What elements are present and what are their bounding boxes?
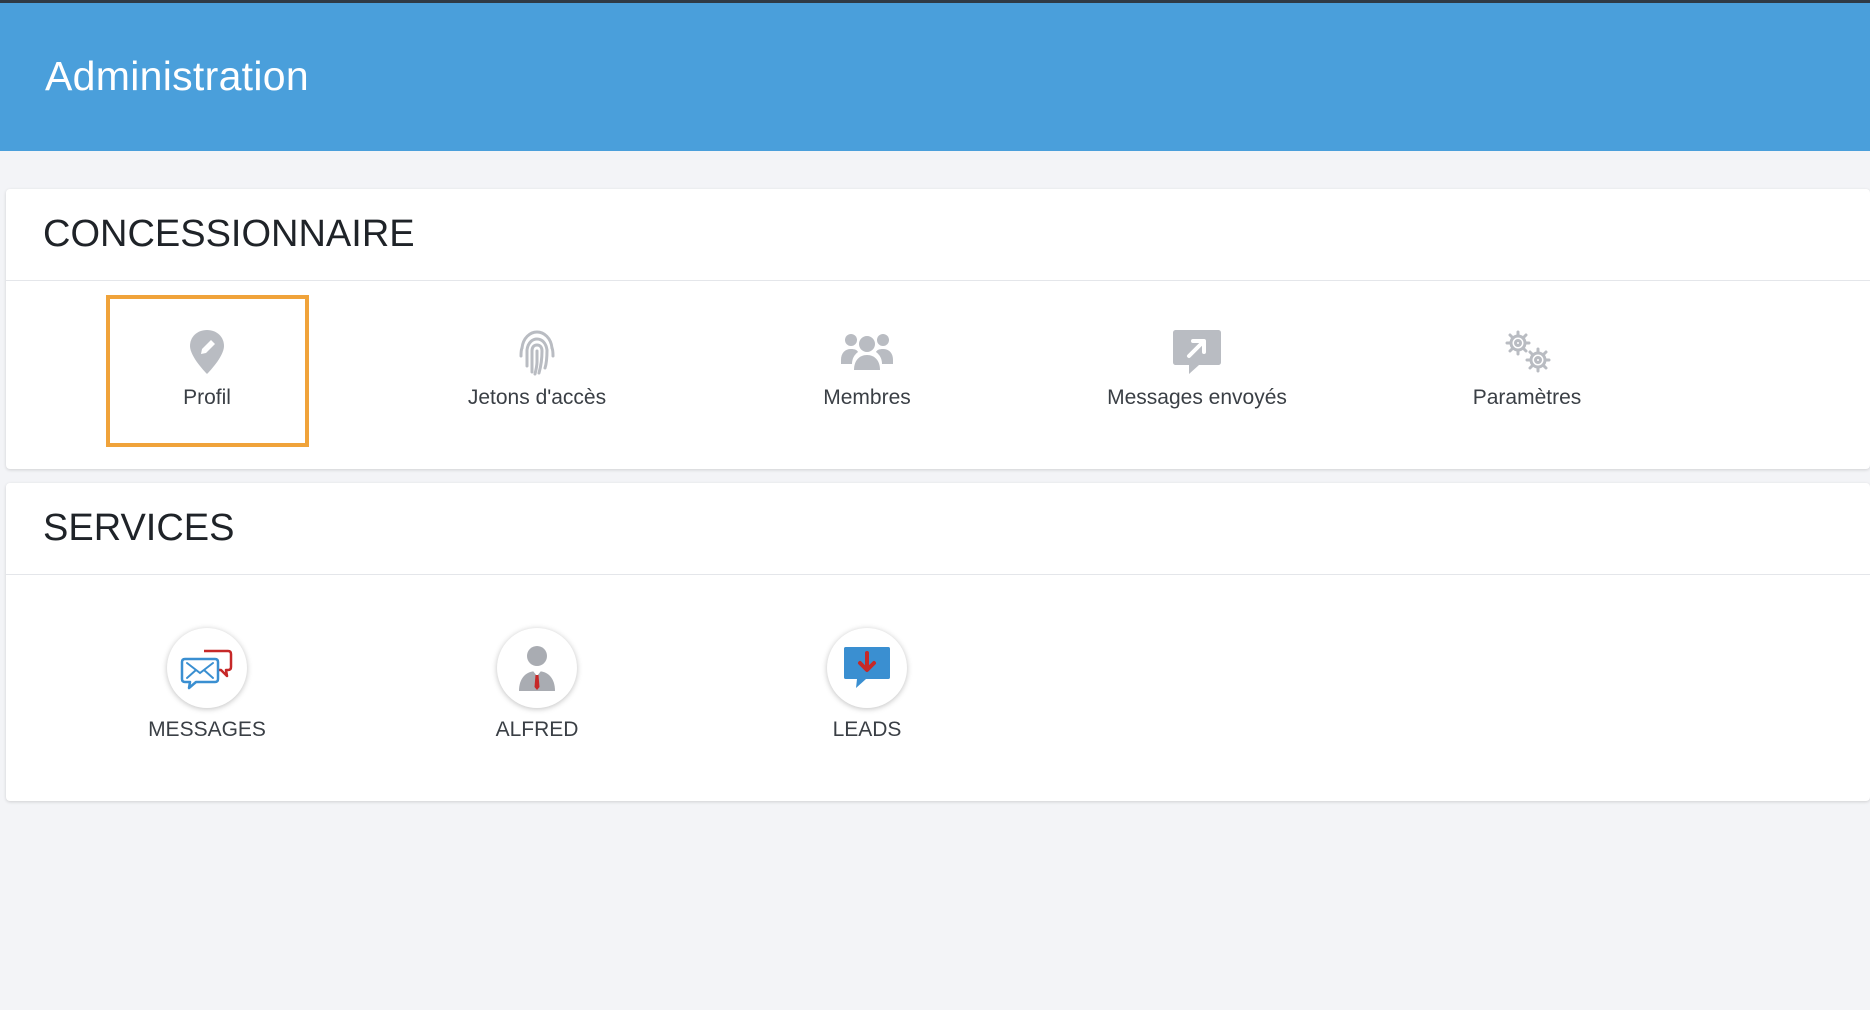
service-icon-circle	[497, 628, 577, 708]
fingerprint-icon	[519, 330, 555, 376]
tile-access-tokens[interactable]: Jetons d'accès	[437, 326, 637, 410]
page-title: Administration	[45, 53, 309, 99]
tile-label: Paramètres	[1472, 386, 1582, 409]
service-icon-circle	[167, 628, 247, 708]
chat-envelope-icon	[180, 649, 233, 690]
tile-label: Messages envoyés	[1107, 386, 1287, 409]
tile-label: Jetons d'accès	[467, 386, 607, 409]
dealer-section-title: CONCESSIONNAIRE	[43, 213, 415, 255]
tile-members[interactable]: Membres	[767, 326, 967, 410]
service-leads[interactable]: LEADS	[767, 628, 967, 742]
dealer-panel-header: CONCESSIONNAIRE	[6, 189, 1870, 281]
tile-sent-messages[interactable]: Messages envoyés	[1097, 326, 1297, 410]
location-pin-pencil-icon	[190, 330, 224, 374]
person-tie-icon	[519, 646, 555, 691]
download-bubble-icon	[844, 647, 890, 688]
tile-label: Membres	[823, 386, 911, 409]
service-messages[interactable]: MESSAGES	[107, 628, 307, 742]
gears-icon	[1505, 330, 1551, 373]
services-section-title: SERVICES	[43, 507, 235, 549]
share-arrow-icon	[1173, 330, 1221, 374]
users-group-icon	[841, 334, 893, 370]
tile-settings[interactable]: Paramètres	[1427, 326, 1627, 410]
tile-label: Profil	[183, 386, 231, 409]
service-icon-circle	[827, 628, 907, 708]
tile-profil[interactable]: Profil	[107, 326, 307, 410]
service-label: ALFRED	[495, 718, 579, 741]
service-alfred[interactable]: ALFRED	[437, 628, 637, 742]
service-label: LEADS	[832, 718, 902, 741]
service-label: MESSAGES	[148, 718, 266, 741]
services-panel-header: SERVICES	[6, 483, 1870, 575]
header-bar: Administration	[0, 0, 1870, 151]
